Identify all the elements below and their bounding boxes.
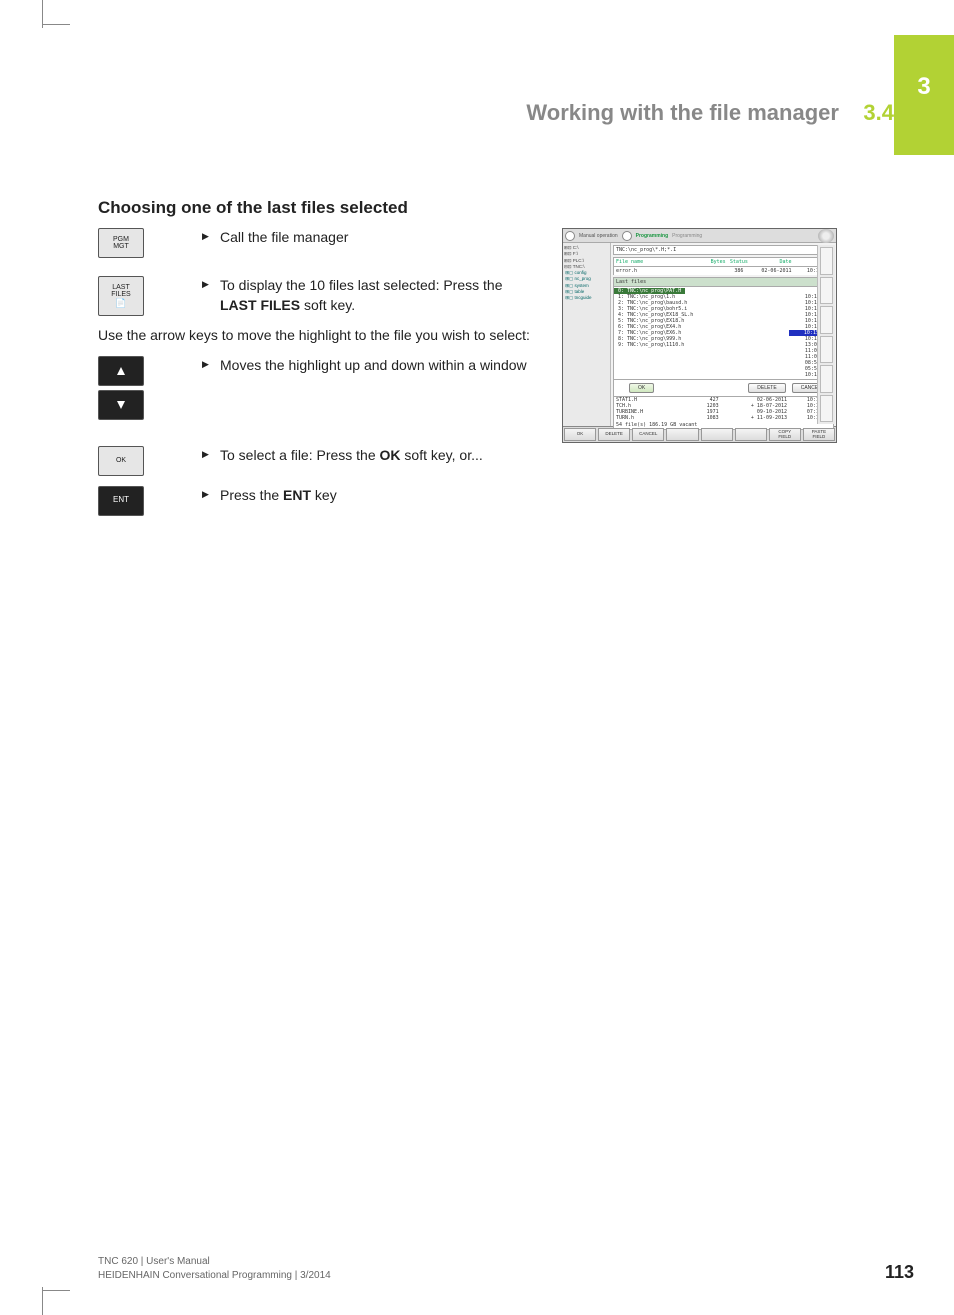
chapter-number: 3 xyxy=(917,73,930,101)
ss-path: TNC:\nc_prog\*.H;*.I xyxy=(613,245,834,255)
ss-mode-mid: Programming xyxy=(636,233,669,239)
step-select-file: To select a file: Press the OK soft key,… xyxy=(202,446,483,466)
page-number: 113 xyxy=(885,1262,914,1283)
section-heading: Choosing one of the last files selected xyxy=(98,198,848,218)
page-footer: TNC 620 | User's Manual HEIDENHAIN Conve… xyxy=(98,1255,914,1283)
ss-mode-sub: Programming xyxy=(672,233,702,239)
ss-side-softkeys xyxy=(817,245,835,424)
running-header: Working with the file manager 3.4 xyxy=(334,100,894,126)
ok-softkey[interactable]: OK xyxy=(98,446,144,476)
arrow-down-icon xyxy=(117,401,125,409)
pgm-mgt-softkey[interactable]: PGM MGT xyxy=(98,228,144,258)
step-press-ent: Press the ENT key xyxy=(202,486,337,506)
step-call-file-manager: Call the file manager xyxy=(202,228,348,248)
ent-key[interactable]: ENT xyxy=(98,486,144,516)
ss-mode-left: Manual operation xyxy=(579,233,618,239)
ss-dialog-buttons: OK DELETE CANCEL xyxy=(613,380,834,397)
ss-main-panel: TNC:\nc_prog\*.H;*.I File nameBytesStatu… xyxy=(611,243,836,426)
ss-column-headers: File nameBytesStatusDateTime xyxy=(613,257,834,267)
ss-titlebar: Manual operation Programming Programming xyxy=(563,229,836,243)
ss-panel-title: Last files xyxy=(613,277,834,287)
chapter-tab: 3 xyxy=(894,35,954,155)
ss-below-rows: STAT1.H42702-06-201110:15:24TCH.h1203+ 1… xyxy=(613,397,834,421)
step-moves-highlight: Moves the highlight up and down within a… xyxy=(202,356,527,376)
last-files-softkey[interactable]: LAST FILES📄 xyxy=(98,276,144,316)
ss-folder-tree: ⊞⊡ C:\ ⊞⊡ F:\ ⊞⊡ PLC:\ ⊟⊡ TNC:\ ⊞▢ confi… xyxy=(563,243,611,426)
ss-last-files-list: 0: TNC:\nc_prog\PAT.H 1: TNC:\nc_prog\1.… xyxy=(613,287,834,380)
ss-dlg-delete[interactable]: DELETE xyxy=(748,383,785,393)
arrow-up-key[interactable] xyxy=(98,356,144,386)
mode-icon-2 xyxy=(622,231,632,241)
step-last-files: To display the 10 files last selected: P… xyxy=(202,276,542,315)
arrow-up-icon xyxy=(117,367,125,375)
file-manager-screenshot: Manual operation Programming Programming… xyxy=(562,228,837,443)
header-title: Working with the file manager xyxy=(526,100,839,125)
header-section: 3.4 xyxy=(863,100,894,125)
arrow-keys-paragraph: Use the arrow keys to move the highlight… xyxy=(98,326,538,346)
ss-dlg-ok[interactable]: OK xyxy=(629,383,654,393)
footer-meta: TNC 620 | User's Manual HEIDENHAIN Conve… xyxy=(98,1255,331,1283)
arrow-down-key[interactable] xyxy=(98,390,144,420)
mode-icon xyxy=(565,231,575,241)
ss-first-row: error.h38602-06-201110:15:24 xyxy=(613,267,834,275)
handwheel-icon xyxy=(818,229,834,243)
